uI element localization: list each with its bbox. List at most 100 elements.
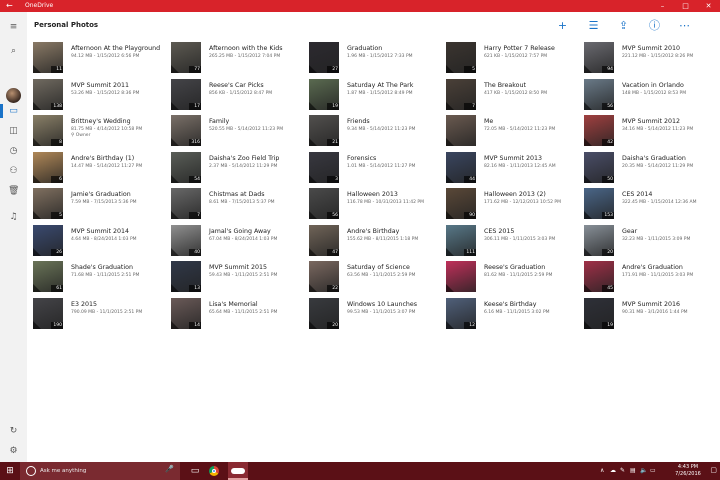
folder-item[interactable]: 45 Andre's Graduation 171.91 MB - 11/1/201…	[584, 261, 720, 298]
folder-thumbnail: 19	[584, 297, 614, 329]
network-icon[interactable]: ▤	[630, 467, 636, 474]
share-icon[interactable]: ⇪	[617, 19, 630, 32]
folder-item[interactable]: Me 72.05 MB - 5/14/2012 11:23 PM	[446, 115, 584, 152]
cortana-search-box[interactable]: Ask me anything 🎤	[20, 462, 180, 480]
onedrive-tray-icon[interactable]: ☁	[610, 467, 616, 474]
folder-corner-icon	[446, 320, 454, 329]
minimize-button[interactable]: –	[651, 0, 674, 12]
folder-item[interactable]: 56 Vacation in Orlando 148 MB - 1/15/2012 …	[584, 78, 720, 116]
folder-item[interactable]: 22 Saturday of Science 63.56 MB - 11/1/201…	[309, 261, 447, 298]
chrome-taskbar-icon[interactable]	[204, 462, 224, 480]
folder-item[interactable]: 47 Andre's Birthday 155.62 MB - 8/11/2015 …	[309, 224, 447, 262]
folder-item[interactable]: 44 MVP Summit 2013 82.16 MB - 1/11/2013 12…	[446, 151, 584, 189]
folder-item[interactable]: 50 Daisha's Graduation 20.35 MB - 5/14/201…	[584, 151, 720, 189]
photos-icon[interactable]: ◫	[8, 126, 19, 137]
folder-item[interactable]: 17 Reese's Car Picks 856 KB - 1/15/2012 8:…	[171, 78, 309, 116]
folder-item[interactable]: 61 Shade's Graduation 71.68 MB - 1/11/2015…	[33, 261, 171, 298]
volume-icon[interactable]: 🔈	[640, 467, 647, 474]
folder-owner-label: ⚲ Owner	[71, 133, 91, 138]
maximize-button[interactable]: □	[674, 0, 697, 12]
folder-item[interactable]: 111 CES 2015 306.11 MB - 1/11/2015 3:03 PM	[446, 224, 584, 262]
folder-corner-icon	[446, 247, 454, 256]
folder-item[interactable]: 56 Halloween 2013 116.78 MB - 10/31/2013 1…	[309, 188, 447, 225]
item-count-badge: 56	[602, 102, 614, 110]
shared-icon[interactable]: ⚇	[8, 166, 19, 177]
folder-item[interactable]: 27 Graduation 1.96 MB - 1/15/2012 7:33 PM	[309, 42, 447, 79]
folder-name: Afternoon with the Kids	[209, 45, 283, 52]
folder-meta: 148 MB - 1/15/2012 8:53 PM	[622, 90, 687, 96]
onedrive-taskbar-icon[interactable]	[228, 462, 248, 480]
folder-item[interactable]: 3 Forensics 1.01 MB - 5/14/2012 11:27 PM	[309, 151, 447, 189]
folder-item[interactable]: 54 Daisha's Zoo Field Trip 2.37 MB - 5/14/…	[171, 151, 309, 189]
folder-thumbnail: 111	[446, 224, 476, 256]
folder-item[interactable]: 90 Halloween 2013 (2) 171.62 MB - 12/12/20…	[446, 188, 584, 225]
folder-name: Daisha's Zoo Field Trip	[209, 154, 280, 162]
settings-icon[interactable]: ⚙	[8, 446, 19, 457]
folder-item[interactable]: 8 Brittney's Wedding 81.75 MB - 4/14/2012 …	[33, 115, 171, 152]
back-arrow-icon[interactable]: ←	[6, 1, 13, 11]
folder-name: Halloween 2013	[347, 191, 398, 198]
clock[interactable]: 4:43 PM 7/26/2016	[670, 464, 706, 478]
folder-item[interactable]: 19 Saturday At The Park 1.87 MB - 1/15/201…	[309, 78, 447, 116]
folder-item[interactable]: 138 MVP Summit 2011 53.26 MB - 1/15/2012 8…	[33, 78, 171, 116]
search-icon[interactable]: ⌕	[8, 46, 19, 57]
pen-icon[interactable]: ✎	[620, 467, 625, 474]
folder-item[interactable]: 14 Lisa's Memorial 65.64 MB - 11/1/2015 2:…	[171, 297, 309, 335]
add-icon[interactable]: +	[556, 19, 569, 32]
folder-name: Brittney's Wedding	[71, 118, 131, 125]
folder-item[interactable]: 19 MVP Summit 2016 90.31 MB - 3/1/2016 1:4…	[584, 297, 720, 335]
more-icon[interactable]: ⋯	[678, 19, 691, 32]
folder-item[interactable]: 12 Keese's Birthday 6.16 MB - 11/1/2015 3:…	[446, 297, 584, 335]
folder-item[interactable]: 316 Family 520.55 MB - 5/14/2012 11:23 PM	[171, 115, 309, 152]
recycle-bin-icon[interactable]: 🗑	[8, 186, 19, 197]
select-icon[interactable]: ☰	[587, 19, 600, 32]
folder-meta: 221.12 MB - 1/15/2012 8:26 PM	[622, 54, 694, 59]
notifications-icon[interactable]: ▢	[710, 466, 717, 474]
item-count-badge: 40	[189, 248, 201, 256]
task-view-icon[interactable]: ▭	[188, 464, 202, 478]
folder-item[interactable]: 11 Afternoon At the Playground 94.12 MB - …	[33, 42, 171, 79]
folder-item[interactable]: 26 MVP Summit 2014 4.64 MB - 8/24/2014 1:0…	[33, 224, 171, 262]
folder-item[interactable]: 40 Jamal's Going Away 67.04 MB - 8/24/2014…	[171, 224, 309, 262]
folder-item[interactable]: 21 Friends 9.34 MB - 5/14/2012 11:23 PM	[309, 115, 447, 152]
item-count-badge: 50	[602, 175, 614, 183]
recent-icon[interactable]: ◷	[8, 146, 19, 157]
folder-item[interactable]: 13 MVP Summit 2015 59.43 MB - 1/11/2015 2:…	[171, 261, 309, 298]
battery-icon[interactable]: ▭	[650, 467, 656, 474]
folder-item[interactable]: 20 Windows 10 Launches 99.53 MB - 11/1/201…	[309, 297, 447, 335]
folder-meta: 621 KB - 1/15/2012 7:57 PM	[484, 54, 548, 59]
folder-name: Andre's Graduation	[622, 264, 683, 271]
folder-corner-icon	[33, 65, 41, 73]
folder-item[interactable]: 5 Jamie's Graduation 7.59 MB - 7/15/2013 5…	[33, 188, 171, 225]
folder-item[interactable]: 5 Harry Potter 7 Release 621 KB - 1/15/201…	[446, 42, 584, 79]
folder-item[interactable]: 7 The Breakout 417 KB - 1/15/2012 8:50 PM	[446, 78, 584, 116]
header: Personal Photos + ☰ ⇪ ⓘ ⋯	[27, 12, 720, 36]
folder-thumbnail: 138	[33, 78, 63, 110]
folder-corner-icon	[446, 284, 454, 292]
files-icon[interactable]: ▭	[8, 106, 19, 117]
folder-item[interactable]: 20 Gear 32.23 MB - 1/11/2015 3:09 PM	[584, 224, 720, 262]
folder-item[interactable]: 7 Chistmas at Dads 8.61 MB - 7/15/2013 5:3…	[171, 188, 309, 225]
music-icon[interactable]: ♫	[8, 212, 19, 223]
folder-name: Keese's Birthday	[484, 300, 537, 308]
windows-start-icon[interactable]: ⊞	[0, 462, 20, 480]
info-icon[interactable]: ⓘ	[648, 19, 661, 32]
folder-item[interactable]: 94 MVP Summit 2010 221.12 MB - 1/15/2012 8…	[584, 42, 720, 79]
folder-item[interactable]: 6 Andre's Birthday (1) 14.47 MB - 5/14/201…	[33, 151, 171, 189]
folder-item[interactable]: 42 MVP Summit 2012 34.16 MB - 5/14/2012 11…	[584, 115, 720, 152]
folder-item[interactable]: 153 CES 2014 322.45 MB - 1/15/2014 12:36 A…	[584, 188, 720, 225]
folder-thumbnail: 5	[33, 188, 63, 219]
folder-name: CES 2015	[484, 227, 515, 235]
close-button[interactable]: ✕	[697, 0, 720, 12]
avatar[interactable]	[6, 88, 21, 103]
hamburger-menu-icon[interactable]: ≡	[8, 22, 19, 33]
folder-thumbnail: 7	[446, 78, 476, 110]
item-count-badge: 190	[51, 321, 63, 329]
folder-item[interactable]: 77 Afternoon with the Kids 265.25 MB - 1/1…	[171, 42, 309, 79]
folder-meta: 53.26 MB - 1/15/2012 8:36 PM	[71, 90, 140, 96]
folder-item[interactable]: 190 E3 2015 790.09 MB - 11/1/2015 2:51 PM	[33, 297, 171, 335]
sync-icon[interactable]: ↻	[8, 426, 19, 437]
microphone-icon[interactable]: 🎤	[165, 465, 174, 473]
folder-item[interactable]: Reese's Graduation 81.62 MB - 11/1/2015 2…	[446, 261, 584, 298]
chevron-up-icon[interactable]: ∧	[600, 467, 604, 474]
